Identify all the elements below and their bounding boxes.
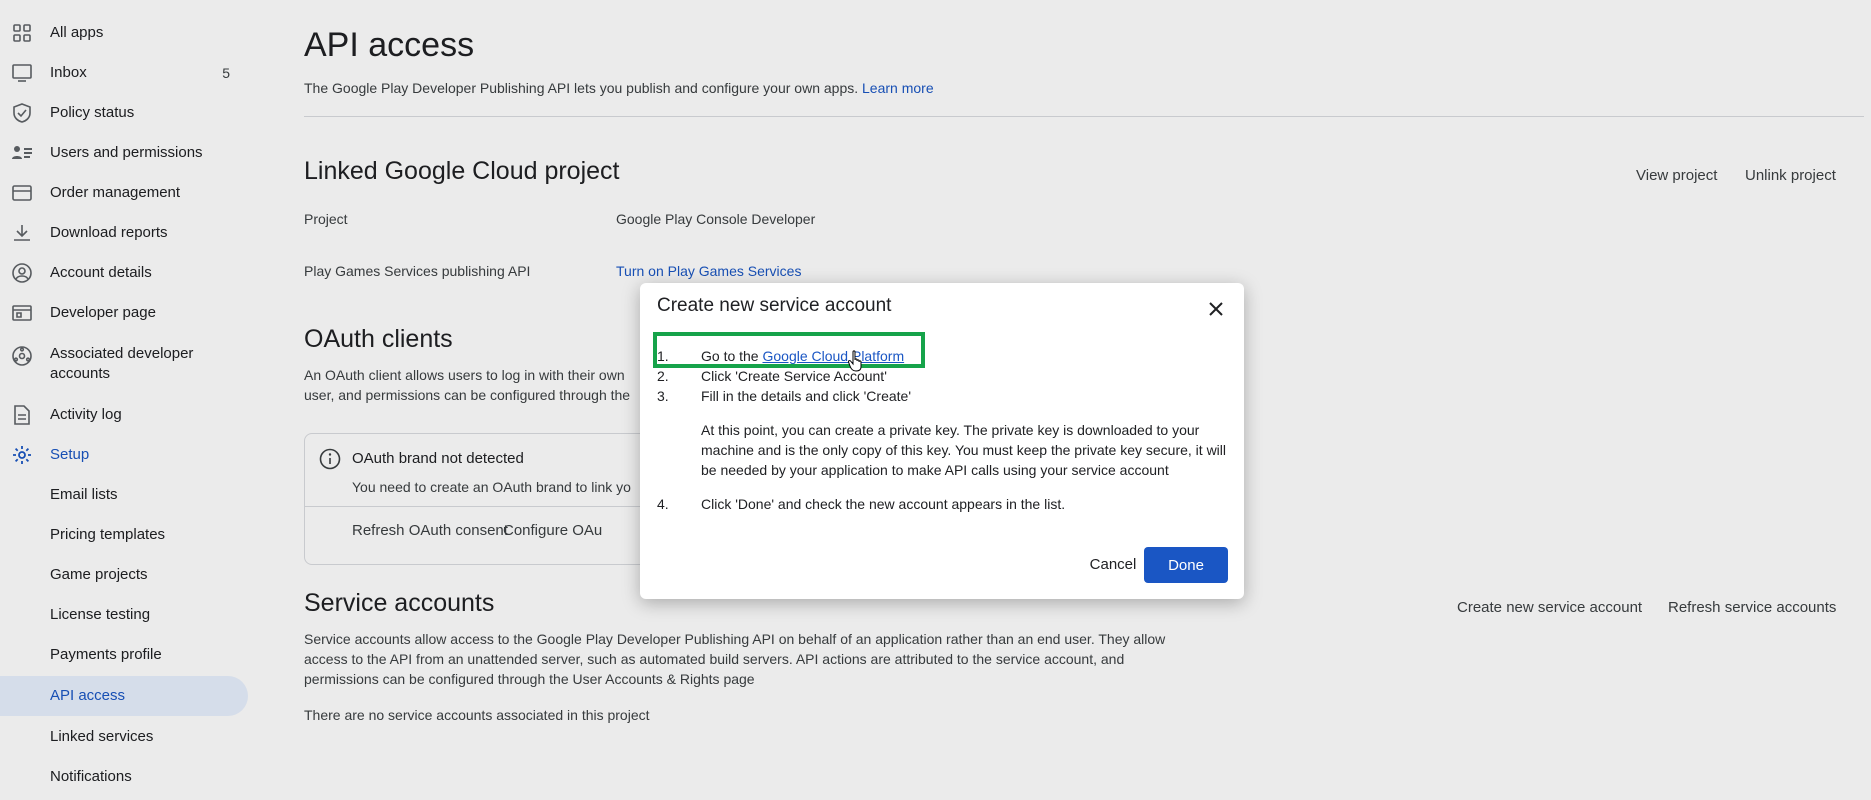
step-text: Fill in the details and click 'Create' [701,388,911,404]
hand-cursor-icon [847,350,864,372]
dialog-title: Create new service account [657,295,892,316]
step-number: 1. [657,348,669,364]
note-line-2: machine and is the only copy of this key… [701,442,1227,458]
create-service-account-dialog: Create new service account 1. Go to the … [640,283,1244,599]
step-body: Go to the Google Cloud Platform [701,346,904,366]
step-number: 2. [657,368,669,384]
step-number: 4. [657,496,669,512]
done-button[interactable]: Done [1144,547,1228,583]
note-line-1: At this point, you can create a private … [701,422,1200,438]
note-line-3: be needed by your application to make AP… [701,462,1169,478]
close-icon[interactable] [1204,297,1228,321]
cancel-button[interactable]: Cancel [1073,546,1153,582]
step-text: Go to the [701,348,759,364]
step-number: 3. [657,388,669,404]
step-text: Click 'Done' and check the new account a… [701,496,1066,512]
google-cloud-platform-link[interactable]: Google Cloud Platform [762,348,904,364]
private-key-note: At this point, you can create a private … [701,420,1241,480]
